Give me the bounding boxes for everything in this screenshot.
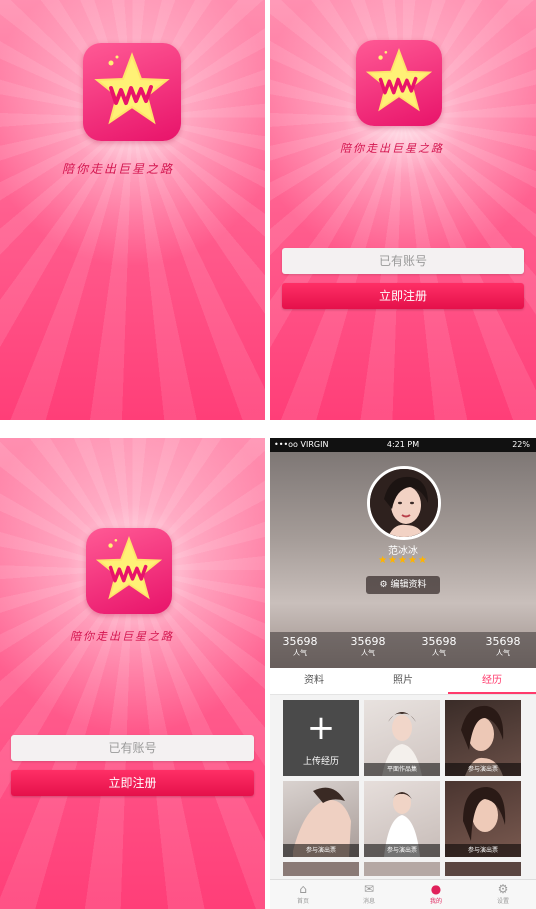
- auth-screen: 陪你走出巨星之路 已有账号 立即注册: [270, 0, 536, 420]
- experience-caption: 参与演出票: [445, 844, 521, 857]
- tagline: 陪你走出巨星之路: [340, 142, 444, 155]
- nav-label: 我的: [429, 898, 442, 905]
- nav-settings[interactable]: ⚙ 设置: [470, 882, 536, 905]
- rating-stars: ★★★★★: [378, 555, 428, 566]
- login-button[interactable]: 已有账号: [282, 248, 524, 274]
- experience-caption: 参与演出票: [364, 844, 440, 857]
- stat-item: 35698 人气: [338, 635, 398, 658]
- experience-item[interactable]: [445, 862, 521, 876]
- experience-item[interactable]: 参与演出票: [364, 781, 440, 857]
- nav-mine[interactable]: ● 我的: [403, 882, 469, 905]
- nav-messages[interactable]: ✉ 消息: [336, 882, 402, 905]
- edit-profile-label: 编辑资料: [390, 580, 427, 590]
- user-icon: ●: [430, 882, 442, 896]
- experience-caption: 参与演出票: [283, 844, 359, 857]
- battery-label: 22%: [512, 440, 530, 449]
- upload-label: 上传经历: [302, 757, 339, 767]
- experience-item[interactable]: 参与演出票: [283, 781, 359, 857]
- stat-label: 人气: [293, 649, 307, 657]
- login-button[interactable]: 已有账号: [11, 735, 254, 761]
- stat-value: 35698: [282, 635, 318, 648]
- stat-item: 35698 人气: [270, 635, 330, 658]
- register-button[interactable]: 立即注册: [282, 283, 524, 309]
- stat-label: 人气: [361, 649, 375, 657]
- app-logo-icon: [86, 528, 172, 614]
- tab-experience[interactable]: 经历: [448, 668, 536, 694]
- splash-screen: 陪你走出巨星之路: [0, 0, 265, 420]
- profile-tabs: 资料 照片 经历: [270, 668, 536, 695]
- tagline: 陪你走出巨星之路: [70, 630, 174, 643]
- bottom-nav: ⌂ 首页 ✉ 消息 ● 我的 ⚙ 设置: [270, 879, 536, 909]
- tab-photos[interactable]: 照片: [359, 668, 447, 694]
- tab-info[interactable]: 资料: [270, 668, 358, 694]
- home-icon: ⌂: [299, 882, 307, 896]
- nav-home[interactable]: ⌂ 首页: [270, 882, 336, 905]
- stat-label: 人气: [432, 649, 446, 657]
- stats-bar: 35698 人气 35698 人气 35698 人气 35698 人气: [270, 632, 536, 668]
- experience-item[interactable]: 平面作品集: [364, 700, 440, 776]
- tagline: 陪你走出巨星之路: [62, 162, 175, 176]
- stat-label: 人气: [496, 649, 510, 657]
- stat-value: 35698: [485, 635, 521, 648]
- profile-header: 范冰冰 ★★★★★ ⚙ 编辑资料 35698 人气 35698 人气 35698…: [270, 452, 536, 668]
- edit-profile-button[interactable]: ⚙ 编辑资料: [366, 576, 440, 594]
- experience-caption: 平面作品集: [364, 763, 440, 776]
- experience-item[interactable]: [283, 862, 359, 876]
- settings-icon: ⚙: [497, 882, 509, 896]
- stat-item: 35698 人气: [473, 635, 533, 658]
- experience-item[interactable]: 参与演出票: [445, 781, 521, 857]
- upload-experience-button[interactable]: + 上传经历: [283, 700, 359, 776]
- profile-screen: •••oo VIRGIN 4:21 PM 22% 范冰冰 ★★★★★ ⚙ 编辑资…: [270, 438, 536, 909]
- message-icon: ✉: [363, 882, 375, 896]
- app-logo-icon: [356, 40, 442, 126]
- register-button[interactable]: 立即注册: [11, 770, 254, 796]
- avatar[interactable]: [367, 466, 441, 540]
- experience-item[interactable]: 参与演出票: [445, 700, 521, 776]
- nav-label: 首页: [296, 898, 309, 905]
- app-logo-icon: [83, 43, 181, 141]
- clock: 4:21 PM: [386, 440, 420, 449]
- gear-icon: ⚙: [379, 580, 388, 590]
- auth-screen-alt: 陪你走出巨星之路 已有账号 立即注册: [0, 438, 265, 909]
- stat-value: 35698: [421, 635, 457, 648]
- nav-label: 消息: [362, 898, 375, 905]
- nav-label: 设置: [496, 898, 509, 905]
- plus-icon: +: [306, 708, 336, 748]
- stat-value: 35698: [350, 635, 386, 648]
- experience-item[interactable]: [364, 862, 440, 876]
- stat-item: 35698 人气: [409, 635, 469, 658]
- experience-caption: 参与演出票: [445, 763, 521, 776]
- status-bar: •••oo VIRGIN 4:21 PM 22%: [270, 438, 536, 452]
